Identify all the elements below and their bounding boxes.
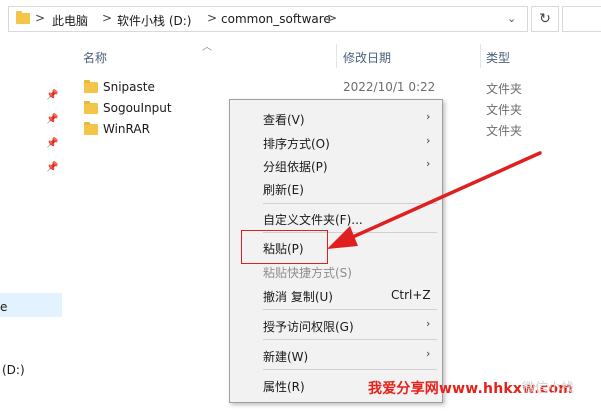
arrow-head <box>327 226 358 249</box>
arrow-shaft <box>344 151 542 242</box>
watermark-faint: 微信小栈 <box>522 381 575 396</box>
annotation-arrow <box>327 151 542 249</box>
